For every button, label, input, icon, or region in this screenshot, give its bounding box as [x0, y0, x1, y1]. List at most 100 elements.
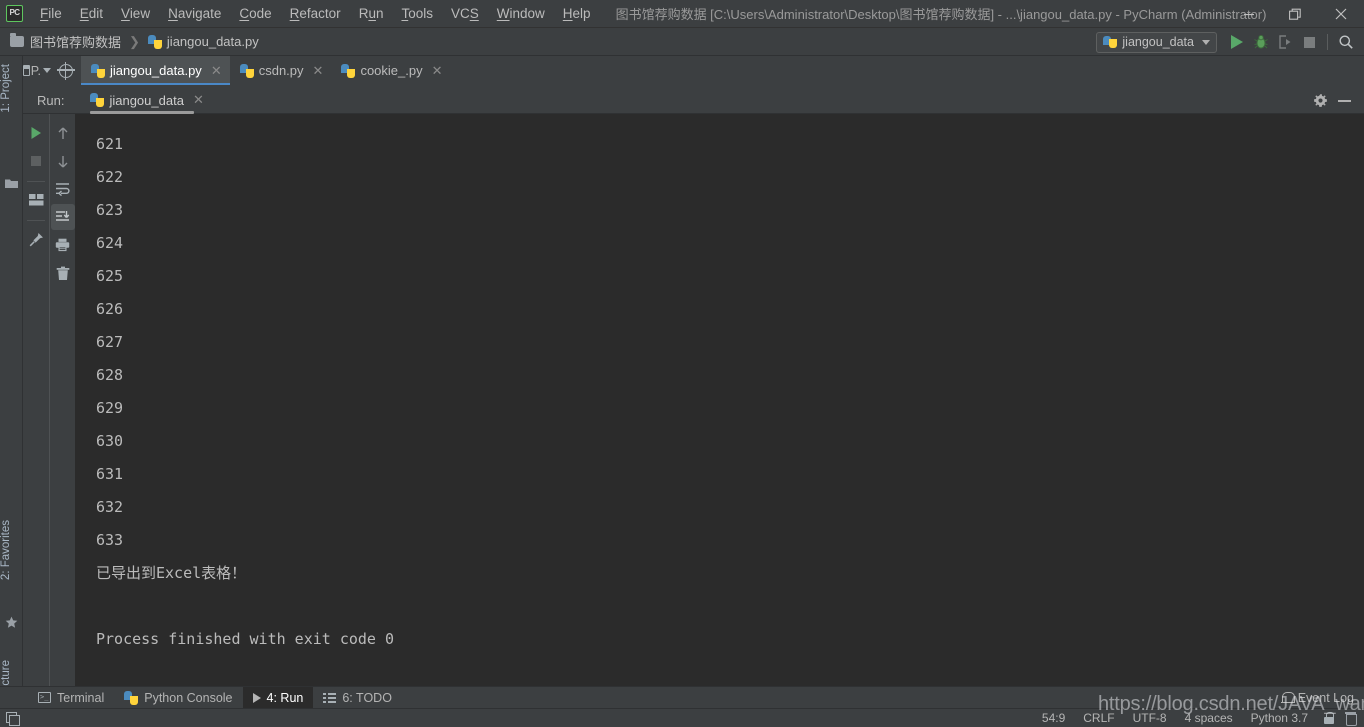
sidebar-item-favorites[interactable]: 2: Favorites [0, 516, 23, 584]
down-the-stack-button[interactable] [51, 148, 75, 174]
toolbar-divider [1327, 34, 1328, 50]
bottom-item-label: 4: Run [266, 690, 304, 705]
project-view-label: P. [30, 63, 41, 78]
minus-icon [1337, 99, 1351, 102]
console-line-exit: Process finished with exit code 0 [96, 630, 395, 648]
stop-button[interactable] [1297, 30, 1321, 54]
file-encoding[interactable]: UTF-8 [1124, 711, 1176, 725]
python-file-icon [239, 63, 254, 78]
select-opened-file-button[interactable] [51, 56, 81, 85]
lock-icon[interactable] [1324, 712, 1334, 724]
bottom-item-label: Terminal [57, 690, 105, 705]
run-with-coverage-button[interactable] [1273, 30, 1297, 54]
project-folder-icon [5, 176, 18, 188]
python-file-icon [147, 34, 162, 49]
close-icon[interactable]: ✕ [313, 64, 324, 77]
menu-run[interactable]: Run [350, 0, 393, 28]
toggle-toolwindow-bars-button[interactable] [6, 711, 20, 726]
menu-file[interactable]: File [31, 0, 71, 28]
console-line: 633 [96, 531, 124, 549]
toolbar-divider [27, 220, 45, 221]
play-icon [31, 127, 41, 139]
run-tab-jiangou-data[interactable]: jiangou_data ✕ [90, 87, 204, 114]
close-button[interactable] [1318, 0, 1364, 28]
printer-icon [55, 238, 70, 252]
close-icon[interactable]: ✕ [193, 92, 204, 108]
soft-wrap-button[interactable] [51, 176, 75, 202]
menu-refactor[interactable]: Refactor [281, 0, 350, 28]
navigation-bar: 图书馆荐购数据 ❯ jiangou_data.py jiangou_data [0, 28, 1364, 56]
up-the-stack-button[interactable] [51, 120, 75, 146]
clear-all-button[interactable] [51, 260, 75, 286]
star-icon [5, 616, 18, 628]
menu-view[interactable]: View [112, 0, 159, 28]
toolbar-divider [27, 181, 45, 182]
tab-jiangou-data[interactable]: jiangou_data.py ✕ [81, 56, 230, 85]
settings-button[interactable] [1308, 89, 1332, 113]
console-line: 627 [96, 333, 124, 351]
folder-icon [10, 33, 24, 47]
menu-vcs[interactable]: VCS [442, 0, 488, 28]
left-tool-strip: 1: Project 2: Favorites 7: Structure [0, 56, 23, 727]
python-icon [90, 93, 105, 107]
console-line: 632 [96, 498, 124, 516]
python-console-icon [124, 690, 139, 705]
pin-tab-button[interactable] [24, 226, 48, 252]
play-icon [1231, 35, 1243, 49]
trash-icon [56, 266, 69, 280]
breadcrumb-file[interactable]: jiangou_data.py [167, 34, 259, 49]
bottom-item-python-console[interactable]: Python Console [114, 687, 242, 709]
stop-button[interactable] [24, 148, 48, 174]
bottom-item-run[interactable]: 4: Run [242, 686, 314, 709]
print-button[interactable] [51, 232, 75, 258]
debug-button[interactable] [1249, 30, 1273, 54]
run-panel-header: Run: jiangou_data ✕ [23, 87, 1364, 114]
tab-cookie[interactable]: cookie_.py ✕ [331, 56, 450, 85]
project-view-selector[interactable]: P. [23, 56, 51, 85]
search-everywhere-button[interactable] [1334, 30, 1358, 54]
window-icon [23, 65, 30, 76]
status-bar-right: 54:9 CRLF UTF-8 4 spaces Python 3.7 [1033, 711, 1357, 726]
event-log-button[interactable]: Event Log [1280, 691, 1354, 705]
run-panel-header-actions [1308, 87, 1356, 114]
bottom-item-terminal[interactable]: >_ Terminal [28, 687, 114, 709]
hide-panel-button[interactable] [1332, 89, 1356, 113]
menu-tools[interactable]: Tools [392, 0, 442, 28]
indent-setting[interactable]: 4 spaces [1176, 711, 1242, 725]
bottom-item-label: 6: TODO [342, 690, 392, 705]
minimize-button[interactable] [1226, 0, 1272, 28]
breadcrumb-project[interactable]: 图书馆荐购数据 [30, 32, 121, 51]
run-configuration-selector[interactable]: jiangou_data [1096, 31, 1217, 53]
menu-window[interactable]: Window [488, 0, 554, 28]
tab-label: csdn.py [258, 63, 304, 78]
console-line: 624 [96, 234, 124, 252]
breadcrumb: 图书馆荐购数据 ❯ jiangou_data.py [10, 32, 259, 51]
console-line: 625 [96, 267, 124, 285]
run-button[interactable] [1225, 30, 1249, 54]
caret-position[interactable]: 54:9 [1033, 711, 1074, 725]
menu-help[interactable]: Help [554, 0, 600, 28]
memory-trash-icon[interactable] [1345, 712, 1357, 726]
rerun-button[interactable] [24, 120, 48, 146]
restore-button[interactable] [1272, 0, 1318, 28]
menu-edit[interactable]: Edit [71, 0, 112, 28]
bottom-item-todo[interactable]: 6: TODO [313, 687, 402, 709]
menu-code[interactable]: Code [230, 0, 280, 28]
scroll-end-icon [56, 211, 70, 221]
tab-csdn[interactable]: csdn.py ✕ [230, 56, 332, 85]
run-console[interactable]: 621 622 623 624 625 626 627 628 629 630 … [75, 114, 1364, 686]
window-title: 图书馆荐购数据 [C:\Users\Administrator\Desktop\… [615, 7, 1267, 22]
terminal-icon: >_ [38, 692, 51, 703]
scroll-to-end-button[interactable] [50, 204, 75, 230]
close-icon[interactable]: ✕ [211, 64, 222, 77]
stop-icon [1303, 36, 1315, 48]
line-separator[interactable]: CRLF [1074, 711, 1123, 725]
sidebar-item-project[interactable]: 1: Project [0, 60, 23, 117]
event-log-label: Event Log [1297, 691, 1354, 705]
menu-navigate[interactable]: Navigate [159, 0, 230, 28]
python-interpreter[interactable]: Python 3.7 [1242, 711, 1317, 725]
restore-layout-button[interactable] [24, 187, 48, 213]
close-icon[interactable]: ✕ [432, 64, 443, 77]
console-line: 629 [96, 399, 124, 417]
run-tab-label: jiangou_data [109, 92, 184, 108]
